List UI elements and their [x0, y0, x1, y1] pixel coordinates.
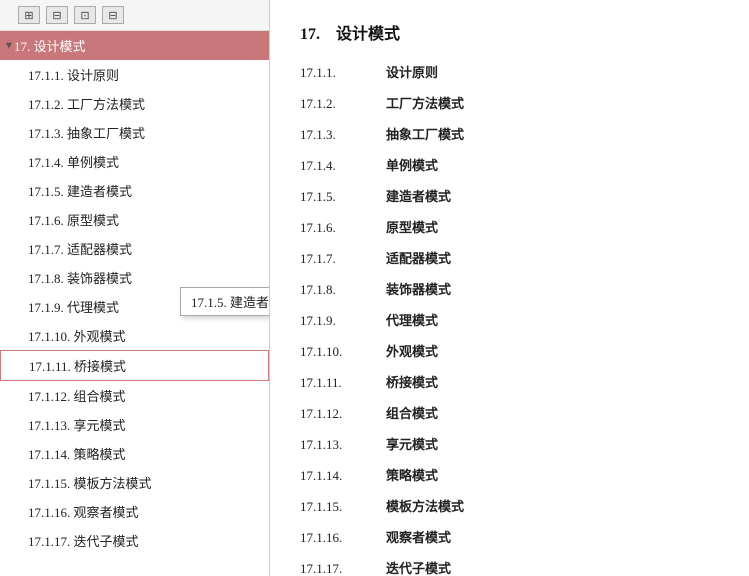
toolbar-btn-1[interactable]: ⊞ — [18, 6, 40, 24]
doc-entry-text[interactable]: 建造者模式 — [386, 186, 451, 205]
toc-item[interactable]: 17.1.2. 工厂方法模式 — [0, 89, 269, 118]
doc-entry: 17.1.13. 享元模式 — [300, 434, 719, 453]
toolbar-btn-2[interactable]: ⊟ — [46, 6, 68, 24]
doc-entry-text[interactable]: 模板方法模式 — [386, 496, 464, 515]
doc-entry-num: 17.1.16. — [300, 530, 380, 546]
doc-entry: 17.1.10. 外观模式 — [300, 341, 719, 360]
doc-entry-num: 17.1.10. — [300, 344, 380, 360]
doc-entry: 17.1.5. 建造者模式 — [300, 186, 719, 205]
doc-title-text: 设计模式 — [336, 26, 400, 43]
doc-entry: 17.1.6. 原型模式 — [300, 217, 719, 236]
doc-entry-num: 17.1.14. — [300, 468, 380, 484]
toc-item[interactable]: 17.1.10. 外观模式 — [0, 321, 269, 350]
doc-entry-text[interactable]: 装饰器模式 — [386, 279, 451, 298]
doc-entry-num: 17.1.1. — [300, 65, 380, 81]
doc-entry-text[interactable]: 适配器模式 — [386, 248, 451, 267]
toc-item[interactable]: 17.1.8. 装饰器模式 — [0, 263, 269, 292]
doc-entry-num: 17.1.3. — [300, 127, 380, 143]
right-panel: 17. 设计模式 17.1.1. 设计原则 17.1.2. 工厂方法模式 17.1.3.… — [270, 0, 749, 576]
doc-entry-text[interactable]: 迭代子模式 — [386, 558, 451, 576]
toc-item[interactable]: 17.1.4. 单例模式 — [0, 147, 269, 176]
doc-entry: 17.1.7. 适配器模式 — [300, 248, 719, 267]
expand-arrow-icon: ▼ — [4, 40, 14, 51]
doc-entry: 17.1.1. 设计原则 — [300, 62, 719, 81]
doc-entry-text[interactable]: 设计原则 — [386, 62, 438, 81]
doc-entry-text[interactable]: 观察者模式 — [386, 527, 451, 546]
doc-entry-num: 17.1.5. — [300, 189, 380, 205]
doc-entry: 17.1.17. 迭代子模式 — [300, 558, 719, 576]
doc-entry-num: 17.1.15. — [300, 499, 380, 515]
doc-entry-text[interactable]: 组合模式 — [386, 403, 438, 422]
toc-item[interactable]: 17.1.1. 设计原则 — [0, 60, 269, 89]
doc-entry: 17.1.11. 桥接模式 — [300, 372, 719, 391]
doc-entry-text[interactable]: 代理模式 — [386, 310, 438, 329]
doc-entry: 17.1.2. 工厂方法模式 — [300, 93, 719, 112]
toc-item[interactable]: 17.1.6. 原型模式 — [0, 205, 269, 234]
doc-entry: 17.1.15. 模板方法模式 — [300, 496, 719, 515]
doc-entry-num: 17.1.7. — [300, 251, 380, 267]
doc-entry: 17.1.4. 单例模式 — [300, 155, 719, 174]
toc-item[interactable]: 17.1.16. 观察者模式 — [0, 497, 269, 526]
toc-item[interactable]: 17.1.11. 桥接模式 — [0, 350, 269, 381]
toc-item[interactable]: 17.1.12. 组合模式 — [0, 381, 269, 410]
toc-item[interactable]: 17.1.7. 适配器模式 — [0, 234, 269, 263]
doc-entry-text[interactable]: 工厂方法模式 — [386, 93, 464, 112]
toc-item[interactable]: 17.1.13. 享元模式 — [0, 410, 269, 439]
doc-title-num: 17. — [300, 26, 320, 43]
doc-entry: 17.1.9. 代理模式 — [300, 310, 719, 329]
doc-entry-num: 17.1.2. — [300, 96, 380, 112]
doc-entry-num: 17.1.4. — [300, 158, 380, 174]
doc-entry-text[interactable]: 抽象工厂模式 — [386, 124, 464, 143]
doc-entry-text[interactable]: 桥接模式 — [386, 372, 438, 391]
doc-entry-num: 17.1.11. — [300, 375, 380, 391]
toc-item[interactable]: ▼17. 设计模式 — [0, 31, 269, 60]
doc-entry-text[interactable]: 外观模式 — [386, 341, 438, 360]
toc-item[interactable]: 17.1.3. 抽象工厂模式 — [0, 118, 269, 147]
toolbar: ⊞ ⊟ ⊡ ⊟ — [0, 0, 269, 31]
toc-item[interactable]: 17.1.5. 建造者模式 — [0, 176, 269, 205]
doc-entry-num: 17.1.9. — [300, 313, 380, 329]
doc-entries: 17.1.1.设计原则17.1.2.工厂方法模式17.1.3.抽象工厂模式17.… — [300, 62, 719, 576]
doc-entry: 17.1.3. 抽象工厂模式 — [300, 124, 719, 143]
doc-entry: 17.1.12. 组合模式 — [300, 403, 719, 422]
doc-entry: 17.1.14. 策略模式 — [300, 465, 719, 484]
toc-item[interactable]: 17.1.17. 迭代子模式 — [0, 526, 269, 555]
toc-item[interactable]: 17.1.9. 代理模式 — [0, 292, 269, 321]
toc-item[interactable]: 17.1.14. 策略模式 — [0, 439, 269, 468]
doc-entry-num: 17.1.8. — [300, 282, 380, 298]
doc-entry-text[interactable]: 单例模式 — [386, 155, 438, 174]
toolbar-btn-3[interactable]: ⊡ — [74, 6, 96, 24]
doc-entry-num: 17.1.13. — [300, 437, 380, 453]
doc-entry-num: 17.1.12. — [300, 406, 380, 422]
toc-item[interactable]: 17.1.15. 模板方法模式 — [0, 468, 269, 497]
doc-entry-text[interactable]: 享元模式 — [386, 434, 438, 453]
doc-entry: 17.1.16. 观察者模式 — [300, 527, 719, 546]
doc-title: 17. 设计模式 — [300, 20, 719, 44]
toc-container: ▼17. 设计模式17.1.1. 设计原则17.1.2. 工厂方法模式17.1.… — [0, 31, 269, 576]
doc-entry-num: 17.1.17. — [300, 561, 380, 576]
doc-entry-text[interactable]: 原型模式 — [386, 217, 438, 236]
doc-entry-text[interactable]: 策略模式 — [386, 465, 438, 484]
doc-entry-num: 17.1.6. — [300, 220, 380, 236]
left-panel: ⊞ ⊟ ⊡ ⊟ ▼17. 设计模式17.1.1. 设计原则17.1.2. 工厂方… — [0, 0, 270, 576]
toolbar-btn-4[interactable]: ⊟ — [102, 6, 124, 24]
doc-entry: 17.1.8. 装饰器模式 — [300, 279, 719, 298]
